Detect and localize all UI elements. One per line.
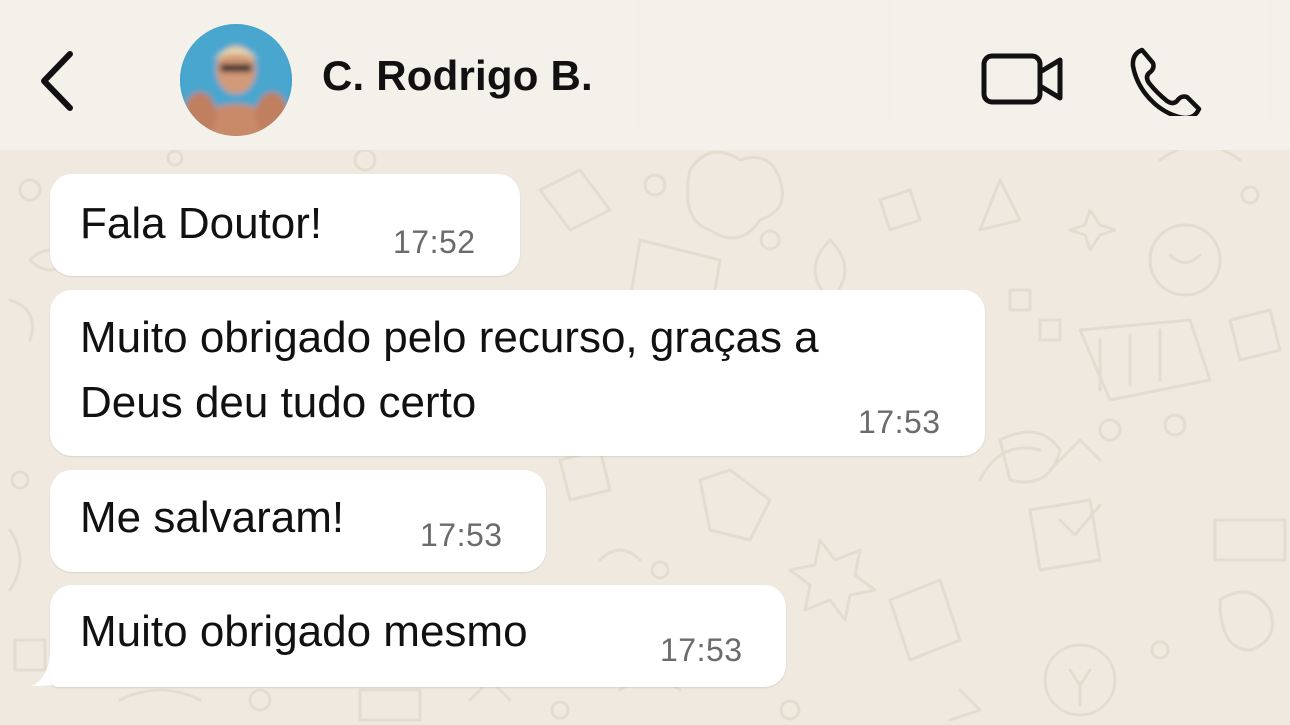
message-timestamp: 17:53 — [858, 404, 941, 440]
voice-call-button[interactable] — [1124, 40, 1204, 121]
message-bubble[interactable]: Muito obrigado pelo recurso, graças a De… — [50, 290, 985, 456]
message-bubble[interactable]: Muito obrigado mesmo 17:53 — [50, 585, 786, 687]
phone-icon — [1130, 47, 1202, 121]
contact-name[interactable]: C. Rodrigo B. — [322, 52, 593, 100]
video-call-button[interactable] — [976, 44, 1068, 114]
message-text: Fala Doutor! — [80, 199, 323, 248]
message-timestamp: 17:53 — [660, 632, 743, 668]
chat-screen: C. Rodrigo B. Fala Doutor! 17:52 Muito o… — [0, 0, 1290, 725]
contact-avatar[interactable] — [180, 24, 292, 136]
message-timestamp: 17:53 — [420, 517, 503, 553]
message-text: Muito obrigado mesmo — [80, 607, 528, 656]
message-bubble[interactable]: Fala Doutor! 17:52 — [50, 174, 520, 276]
avatar-photo — [180, 24, 292, 136]
message-bubble[interactable]: Me salvaram! 17:53 — [50, 470, 546, 572]
back-button[interactable] — [30, 44, 90, 116]
chevron-left-icon — [41, 51, 73, 111]
video-camera-icon — [981, 53, 1063, 105]
message-timestamp: 17:52 — [393, 224, 476, 260]
message-text-line: Muito obrigado pelo recurso, graças a — [80, 313, 819, 362]
message-text: Me salvaram! — [80, 493, 345, 542]
message-text-line: Deus deu tudo certo — [80, 378, 477, 427]
chat-header: C. Rodrigo B. — [0, 0, 1290, 150]
